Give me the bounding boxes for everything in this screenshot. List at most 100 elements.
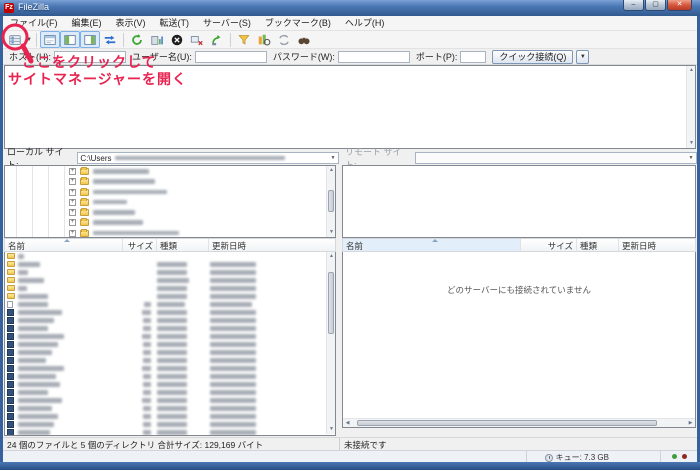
find-files-button[interactable] [294, 31, 314, 48]
file-row[interactable] [5, 404, 335, 412]
tree-row[interactable]: + [5, 197, 335, 207]
scrollbar-thumb[interactable] [357, 420, 657, 426]
file-row[interactable] [5, 300, 335, 308]
menu-item-3[interactable]: 転送(T) [153, 16, 197, 31]
toggle-local-tree-button[interactable] [60, 31, 80, 48]
title-bar[interactable]: Fz FileZilla – ▢ ✕ [0, 0, 700, 16]
expand-icon[interactable]: + [69, 168, 76, 175]
scroll-up-icon[interactable]: ▲ [327, 166, 336, 175]
scroll-down-icon[interactable]: ▼ [687, 139, 696, 148]
column-header-name[interactable]: 名前 [5, 239, 123, 251]
local-file-list[interactable]: ▲ ▼ [4, 252, 336, 436]
scroll-up-icon[interactable]: ▲ [687, 66, 696, 75]
scroll-up-icon[interactable]: ▲ [327, 252, 336, 261]
site-manager-dropdown-icon[interactable]: ▼ [25, 37, 33, 43]
scroll-down-icon[interactable]: ▼ [327, 228, 336, 237]
column-header-modified[interactable]: 更新日時 [619, 239, 695, 251]
file-row[interactable] [5, 308, 335, 316]
file-row[interactable] [5, 292, 335, 300]
quickconnect-button[interactable]: クイック接続(Q) [492, 50, 573, 64]
synchronized-browsing-button[interactable] [274, 31, 294, 48]
refresh-button[interactable] [127, 31, 147, 48]
site-manager-button[interactable] [5, 31, 25, 48]
file-row[interactable] [5, 388, 335, 396]
filter-button[interactable] [234, 31, 254, 48]
toggle-message-log-button[interactable] [40, 31, 60, 48]
file-row[interactable] [5, 356, 335, 364]
scroll-right-icon[interactable]: ▶ [686, 419, 695, 428]
minimize-button[interactable]: – [623, 0, 644, 11]
file-row[interactable] [5, 252, 335, 260]
remote-directory-tree[interactable] [342, 165, 696, 238]
remote-file-list[interactable]: どのサーバーにも接続されていません ◀ ▶ [342, 252, 696, 428]
directory-compare-button[interactable] [254, 31, 274, 48]
expand-icon[interactable]: + [69, 219, 76, 226]
local-list-scrollbar[interactable]: ▲ ▼ [326, 252, 335, 434]
file-row[interactable] [5, 412, 335, 420]
menu-item-2[interactable]: 表示(V) [109, 16, 153, 31]
toggle-remote-tree-button[interactable] [80, 31, 100, 48]
tree-row[interactable]: + [5, 187, 335, 197]
file-row[interactable] [5, 380, 335, 388]
file-row[interactable] [5, 340, 335, 348]
message-log-scrollbar[interactable]: ▲ ▼ [686, 66, 695, 148]
file-row[interactable] [5, 276, 335, 284]
toggle-local-tree-icon [63, 33, 77, 47]
column-header-type[interactable]: 種類 [157, 239, 209, 251]
file-row[interactable] [5, 284, 335, 292]
column-header-size[interactable]: サイズ [123, 239, 157, 251]
file-row[interactable] [5, 268, 335, 276]
expand-icon[interactable]: + [69, 209, 76, 216]
file-row[interactable] [5, 372, 335, 380]
file-row[interactable] [5, 324, 335, 332]
toggle-transfer-queue-button[interactable] [100, 31, 120, 48]
username-input[interactable] [195, 51, 267, 63]
menu-item-4[interactable]: サーバー(S) [196, 16, 258, 31]
file-row[interactable] [5, 364, 335, 372]
scrollbar-thumb[interactable] [328, 190, 334, 212]
expand-icon[interactable]: + [69, 189, 76, 196]
expand-icon[interactable]: + [69, 230, 76, 237]
combo-dropdown-icon[interactable]: ▼ [686, 153, 696, 163]
tree-row[interactable]: + [5, 217, 335, 227]
scroll-left-icon[interactable]: ◀ [343, 419, 352, 428]
menu-item-1[interactable]: 編集(E) [65, 16, 109, 31]
file-row[interactable] [5, 396, 335, 404]
reconnect-button[interactable] [207, 31, 227, 48]
password-input[interactable] [338, 51, 410, 63]
file-row[interactable] [5, 428, 335, 436]
scroll-down-icon[interactable]: ▼ [327, 425, 336, 434]
column-header-type[interactable]: 種類 [577, 239, 619, 251]
quickconnect-dropdown-icon[interactable]: ▼ [576, 50, 589, 64]
expand-icon[interactable]: + [69, 178, 76, 185]
maximize-button[interactable]: ▢ [645, 0, 666, 11]
file-row[interactable] [5, 260, 335, 268]
tree-row[interactable]: + [5, 166, 335, 176]
column-header-size[interactable]: サイズ [521, 239, 577, 251]
menu-item-5[interactable]: ブックマーク(B) [258, 16, 338, 31]
remote-list-hscrollbar[interactable]: ◀ ▶ [343, 418, 695, 427]
tree-row[interactable]: + [5, 207, 335, 217]
file-row[interactable] [5, 420, 335, 428]
expand-icon[interactable]: + [69, 199, 76, 206]
process-queue-button[interactable] [147, 31, 167, 48]
close-button[interactable]: ✕ [667, 0, 692, 11]
local-path-combobox[interactable]: C:\Users ▼ [77, 152, 339, 164]
cancel-button[interactable] [167, 31, 187, 48]
file-row[interactable] [5, 332, 335, 340]
tree-row[interactable]: + [5, 228, 335, 238]
tree-scrollbar[interactable]: ▲ ▼ [326, 166, 335, 237]
scrollbar-thumb[interactable] [328, 272, 334, 334]
local-directory-tree[interactable]: + + + + + + + ▲ ▼ [4, 165, 336, 238]
menu-item-0[interactable]: ファイル(F) [3, 16, 65, 31]
disconnect-button[interactable] [187, 31, 207, 48]
file-row[interactable] [5, 348, 335, 356]
column-header-modified[interactable]: 更新日時 [209, 239, 335, 251]
port-input[interactable] [460, 51, 486, 63]
file-row[interactable] [5, 316, 335, 324]
remote-path-combobox[interactable]: ▼ [415, 152, 697, 164]
combo-dropdown-icon[interactable]: ▼ [328, 153, 338, 163]
column-header-name[interactable]: 名前 [343, 239, 521, 251]
tree-row[interactable]: + [5, 176, 335, 186]
menu-item-6[interactable]: ヘルプ(H) [338, 16, 392, 31]
